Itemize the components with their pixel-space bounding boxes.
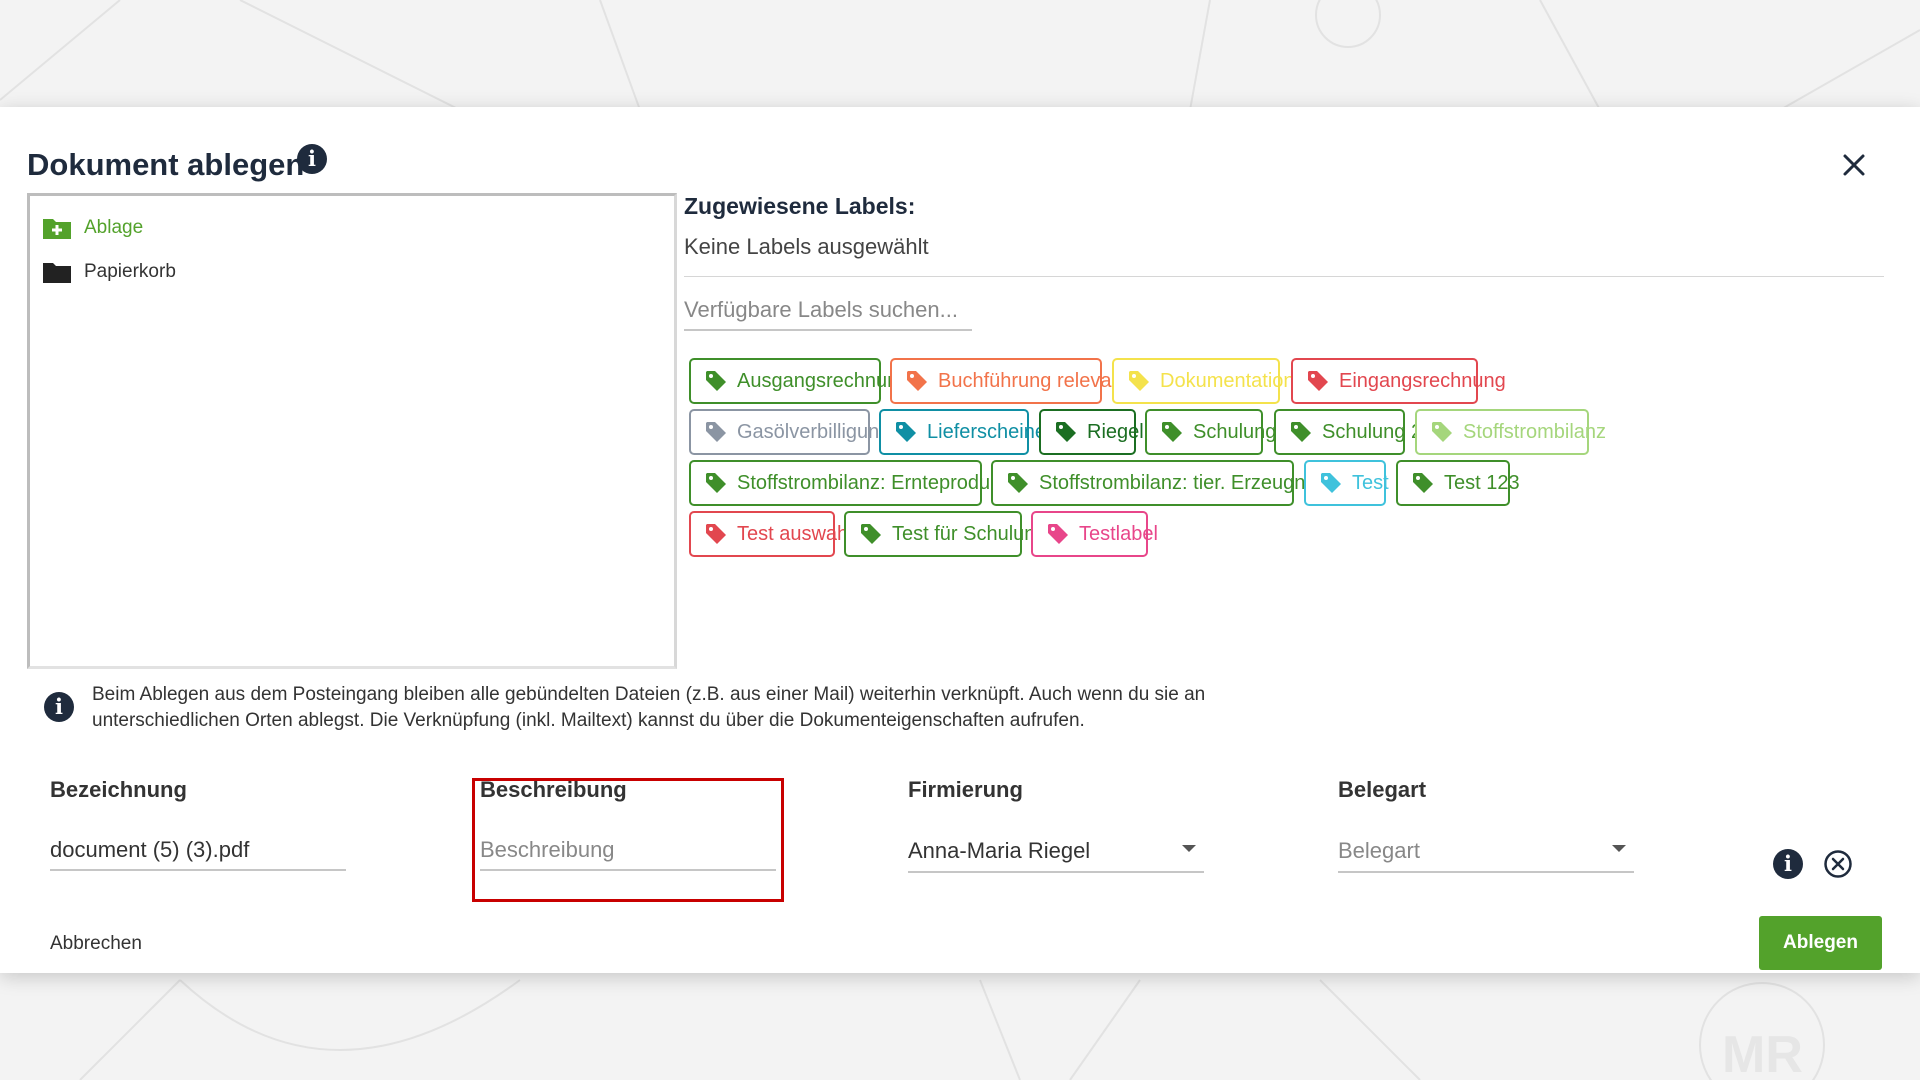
watermark-text: MR: [1722, 1026, 1803, 1080]
tag-icon: [1291, 422, 1311, 442]
label-chip[interactable]: Stoffstrombilanz: Ernteprodukte: [689, 460, 1017, 506]
folder-icon: [43, 263, 71, 283]
tag-icon: [706, 524, 726, 544]
submit-button[interactable]: Ablegen: [1759, 916, 1882, 970]
label-chip[interactable]: Eingangsrechnung: [1291, 358, 1506, 404]
label-chip-text: Test auswahl: [737, 522, 853, 545]
assigned-labels-empty: Keine Labels ausgewählt: [684, 234, 929, 259]
belegart-label: Belegart: [1338, 777, 1427, 802]
bezeichnung-label: Bezeichnung: [50, 777, 187, 802]
tag-icon: [1321, 473, 1341, 493]
chevron-down-icon: [1612, 845, 1626, 852]
tag-icon: [1413, 473, 1433, 493]
cancel-button[interactable]: Abbrechen: [50, 933, 142, 955]
chevron-down-icon: [1182, 845, 1196, 852]
firmierung-select[interactable]: Anna-Maria Riegel: [908, 831, 1204, 873]
tag-icon: [1308, 371, 1328, 391]
label-chip[interactable]: Buchführung relevant: [890, 358, 1128, 404]
info-text: Beim Ablegen aus dem Posteingang bleiben…: [92, 684, 1206, 731]
label-chip-text: Eingangsrechnung: [1339, 369, 1506, 392]
firmierung-value: Anna-Maria Riegel: [908, 838, 1091, 863]
bezeichnung-input[interactable]: [50, 831, 346, 871]
tag-icon: [706, 422, 726, 442]
label-chip-text: Ausgangsrechnung: [737, 369, 910, 392]
label-chip[interactable]: Test 123: [1396, 460, 1520, 506]
label-chip-text: Stoffstrombilanz: Ernteprodukte: [737, 471, 1017, 494]
file-document-dialog: Dokument ablegen i Ablage Papierkorb Zug…: [0, 107, 1920, 973]
dialog-title: Dokument ablegen: [27, 147, 305, 182]
folder-item-ablage[interactable]: Ablage: [42, 216, 143, 240]
label-chip-text: Stoffstrombilanz: [1463, 420, 1607, 443]
info-icon[interactable]: i: [1773, 849, 1803, 879]
label-chip-text: Test für Schulung: [892, 522, 1047, 545]
label-chip[interactable]: Test: [1304, 460, 1389, 506]
label-search-input[interactable]: [684, 291, 972, 331]
tag-icon: [907, 371, 927, 391]
tag-icon: [1056, 422, 1076, 442]
label-chip-text: Test: [1352, 471, 1389, 494]
clear-circle-icon[interactable]: [1823, 849, 1853, 879]
label-chip[interactable]: Lieferscheine: [879, 409, 1046, 455]
label-chip[interactable]: Schulung: [1145, 409, 1276, 455]
tag-icon: [706, 473, 726, 493]
close-icon[interactable]: [1836, 147, 1872, 183]
label-chip[interactable]: Dokumentation: [1112, 358, 1295, 404]
label-chip-text: Schulung 2: [1322, 420, 1423, 443]
tag-icon: [861, 524, 881, 544]
label-chip-text: Gasölverbilligung: [737, 420, 891, 443]
label-chip[interactable]: Riegel: [1039, 409, 1144, 455]
label-chip-text: Stoffstrombilanz: tier. Erzeugnisse: [1039, 471, 1341, 494]
tag-icon: [1129, 371, 1149, 391]
label-chip-text: Buchführung relevant: [938, 369, 1129, 392]
tag-icon: [706, 371, 726, 391]
folder-item-papierkorb[interactable]: Papierkorb: [42, 260, 176, 284]
info-icon: i: [44, 692, 74, 722]
label-chip[interactable]: Schulung 2: [1274, 409, 1422, 455]
belegart-select[interactable]: Belegart: [1338, 831, 1634, 873]
assigned-labels-heading: Zugewiesene Labels:: [684, 193, 916, 219]
folder-label: Ablage: [84, 217, 144, 238]
tag-icon: [1162, 422, 1182, 442]
label-chip-text: Lieferscheine: [927, 420, 1046, 443]
label-chip-text: Schulung: [1193, 420, 1277, 443]
tag-icon: [1008, 473, 1028, 493]
label-chip-text: Test 123: [1444, 471, 1520, 494]
label-chip-text: Dokumentation: [1160, 369, 1295, 392]
label-chip[interactable]: Ausgangsrechnung: [689, 358, 909, 404]
folder-tree: Ablage Papierkorb: [27, 193, 677, 669]
label-chip-text: Riegel: [1087, 420, 1144, 443]
tag-icon: [896, 422, 916, 442]
divider: [684, 276, 1884, 277]
label-chip[interactable]: Stoffstrombilanz: tier. Erzeugnisse: [991, 460, 1341, 506]
info-icon[interactable]: i: [297, 144, 327, 174]
tag-icon: [1048, 524, 1068, 544]
label-chip[interactable]: Stoffstrombilanz: [1415, 409, 1606, 455]
label-chip[interactable]: Testlabel: [1031, 511, 1158, 557]
label-chip[interactable]: Gasölverbilligung: [689, 409, 890, 455]
label-chip[interactable]: Test für Schulung: [844, 511, 1047, 557]
folder-label: Papierkorb: [84, 261, 176, 282]
firmierung-label: Firmierung: [908, 777, 1023, 802]
tag-icon: [1432, 422, 1452, 442]
folder-plus-icon: [43, 219, 71, 239]
label-chip[interactable]: Test auswahl: [689, 511, 853, 557]
highlight-box: [472, 778, 784, 902]
label-chip-text: Testlabel: [1079, 522, 1158, 545]
belegart-placeholder: Belegart: [1338, 838, 1420, 863]
